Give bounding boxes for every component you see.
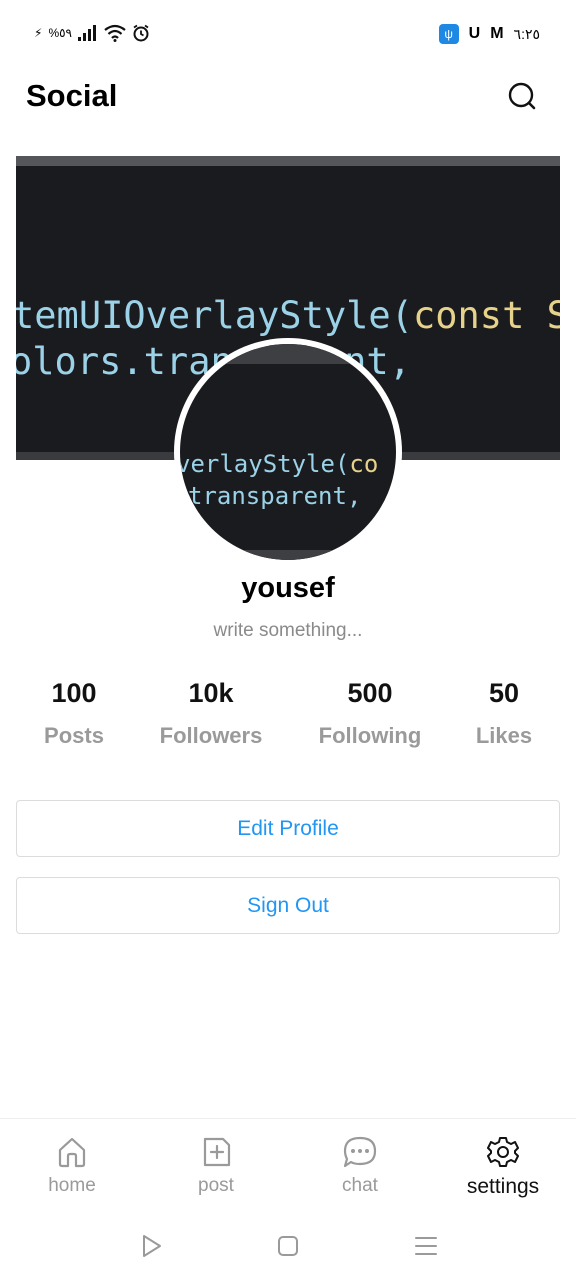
app-bar: Social — [0, 70, 576, 126]
avatar-code-line-2: transparent, — [188, 482, 362, 510]
home-icon — [58, 1137, 86, 1168]
battery-percent: %٥٩ — [48, 26, 72, 40]
usb-icon: ψ — [438, 24, 459, 44]
user-bio: write something... — [213, 620, 363, 641]
alarm-icon — [133, 24, 149, 42]
recents-button[interactable] — [412, 1232, 440, 1260]
home-nav-button[interactable] — [274, 1232, 302, 1260]
clock: ٦:٢٥ — [513, 25, 540, 42]
cover-code-line-1: temUIOverlayStyle(const Sy — [16, 294, 560, 337]
play-back-icon — [143, 1235, 161, 1257]
stat-label: Followers — [159, 723, 263, 748]
stat-label: Posts — [44, 723, 104, 748]
avatar[interactable]: verlayStyle(co transparent, — [174, 338, 402, 566]
cover-code-keyword: const Sy — [412, 294, 560, 337]
avatar-image: verlayStyle(co transparent, — [180, 344, 396, 560]
bottom-nav: home post chat settings — [0, 1118, 576, 1214]
system-nav-bar — [0, 1214, 576, 1280]
user-name: yousef — [241, 572, 335, 604]
avatar-top-bar — [180, 344, 396, 364]
back-button[interactable] — [138, 1232, 166, 1260]
status-left: ⚡ %٥٩ — [34, 24, 150, 42]
stat-followers[interactable]: 10k Followers — [141, 678, 281, 749]
nav-label: post — [198, 1175, 234, 1196]
nav-label: home — [48, 1175, 96, 1196]
chat-icon — [343, 1136, 377, 1168]
stat-label: Following — [318, 723, 422, 748]
profile-stats: 100 Posts 10k Followers 500 Following 50… — [0, 678, 576, 758]
stat-value: 500 — [347, 678, 393, 708]
avatar-code-line-1: verlayStyle(co — [180, 450, 378, 478]
avatar-bottom-bar — [180, 550, 396, 560]
search-icon — [508, 82, 536, 110]
nav-item-chat[interactable]: chat — [300, 1135, 420, 1197]
page-title: Social — [26, 78, 118, 113]
stat-value: 100 — [51, 678, 97, 708]
nav-item-settings[interactable]: settings — [443, 1135, 563, 1199]
gmail-icon: M — [490, 25, 504, 42]
status-bar: ⚡ %٥٩ ψ U M ٦:٢٥ — [0, 0, 576, 70]
charging-icon: ⚡ — [34, 26, 43, 40]
stat-value: 50 — [488, 678, 520, 708]
avatar-code-keyword: co — [349, 450, 379, 478]
square-icon — [278, 1236, 298, 1256]
nav-label: settings — [466, 1175, 540, 1198]
nav-item-post[interactable]: post — [156, 1135, 276, 1197]
settings-icon — [487, 1137, 519, 1167]
stat-label: Likes — [475, 723, 533, 748]
status-right: ψ U M ٦:٢٥ — [438, 24, 540, 44]
cover-code-plain: temUIOverlayStyle( — [16, 294, 413, 337]
cover-top-bar — [16, 156, 560, 166]
avatar-code-plain: verlayStyle( — [180, 450, 350, 478]
stat-posts[interactable]: 100 Posts — [4, 678, 144, 749]
signal-icon — [78, 25, 96, 41]
stat-likes[interactable]: 50 Likes — [434, 678, 574, 749]
nav-item-home[interactable]: home — [12, 1135, 132, 1197]
nav-label: chat — [342, 1175, 378, 1196]
u-icon: U — [468, 25, 481, 42]
edit-profile-button[interactable]: Edit Profile — [16, 800, 560, 857]
search-button[interactable] — [506, 80, 538, 112]
stat-value: 10k — [188, 678, 234, 708]
add-post-icon — [203, 1137, 231, 1167]
sign-out-button[interactable]: Sign Out — [16, 877, 560, 934]
wifi-icon — [104, 24, 126, 42]
stat-following[interactable]: 500 Following — [300, 678, 440, 749]
menu-icon — [415, 1237, 437, 1255]
